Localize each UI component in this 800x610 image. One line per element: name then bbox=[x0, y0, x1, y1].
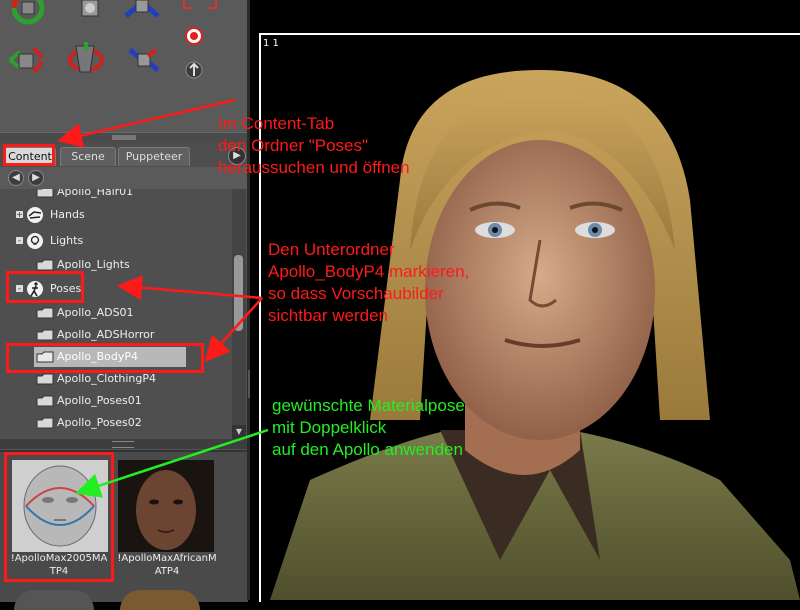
arrow-to-content-tab bbox=[57, 98, 236, 148]
arrow-to-thumbnail bbox=[75, 428, 269, 498]
annotation-content-tab: Im Content-Tab den Ordner "Poses" heraus… bbox=[218, 114, 410, 177]
annotation-subfolder: Den Unterordner Apollo_BodyP4 markieren,… bbox=[268, 240, 470, 325]
arrow-to-bodyp4 bbox=[204, 297, 263, 362]
annotation-material: gewünschte Materialpose mit Doppelklick … bbox=[272, 396, 465, 459]
arrow-to-poses bbox=[117, 275, 263, 301]
